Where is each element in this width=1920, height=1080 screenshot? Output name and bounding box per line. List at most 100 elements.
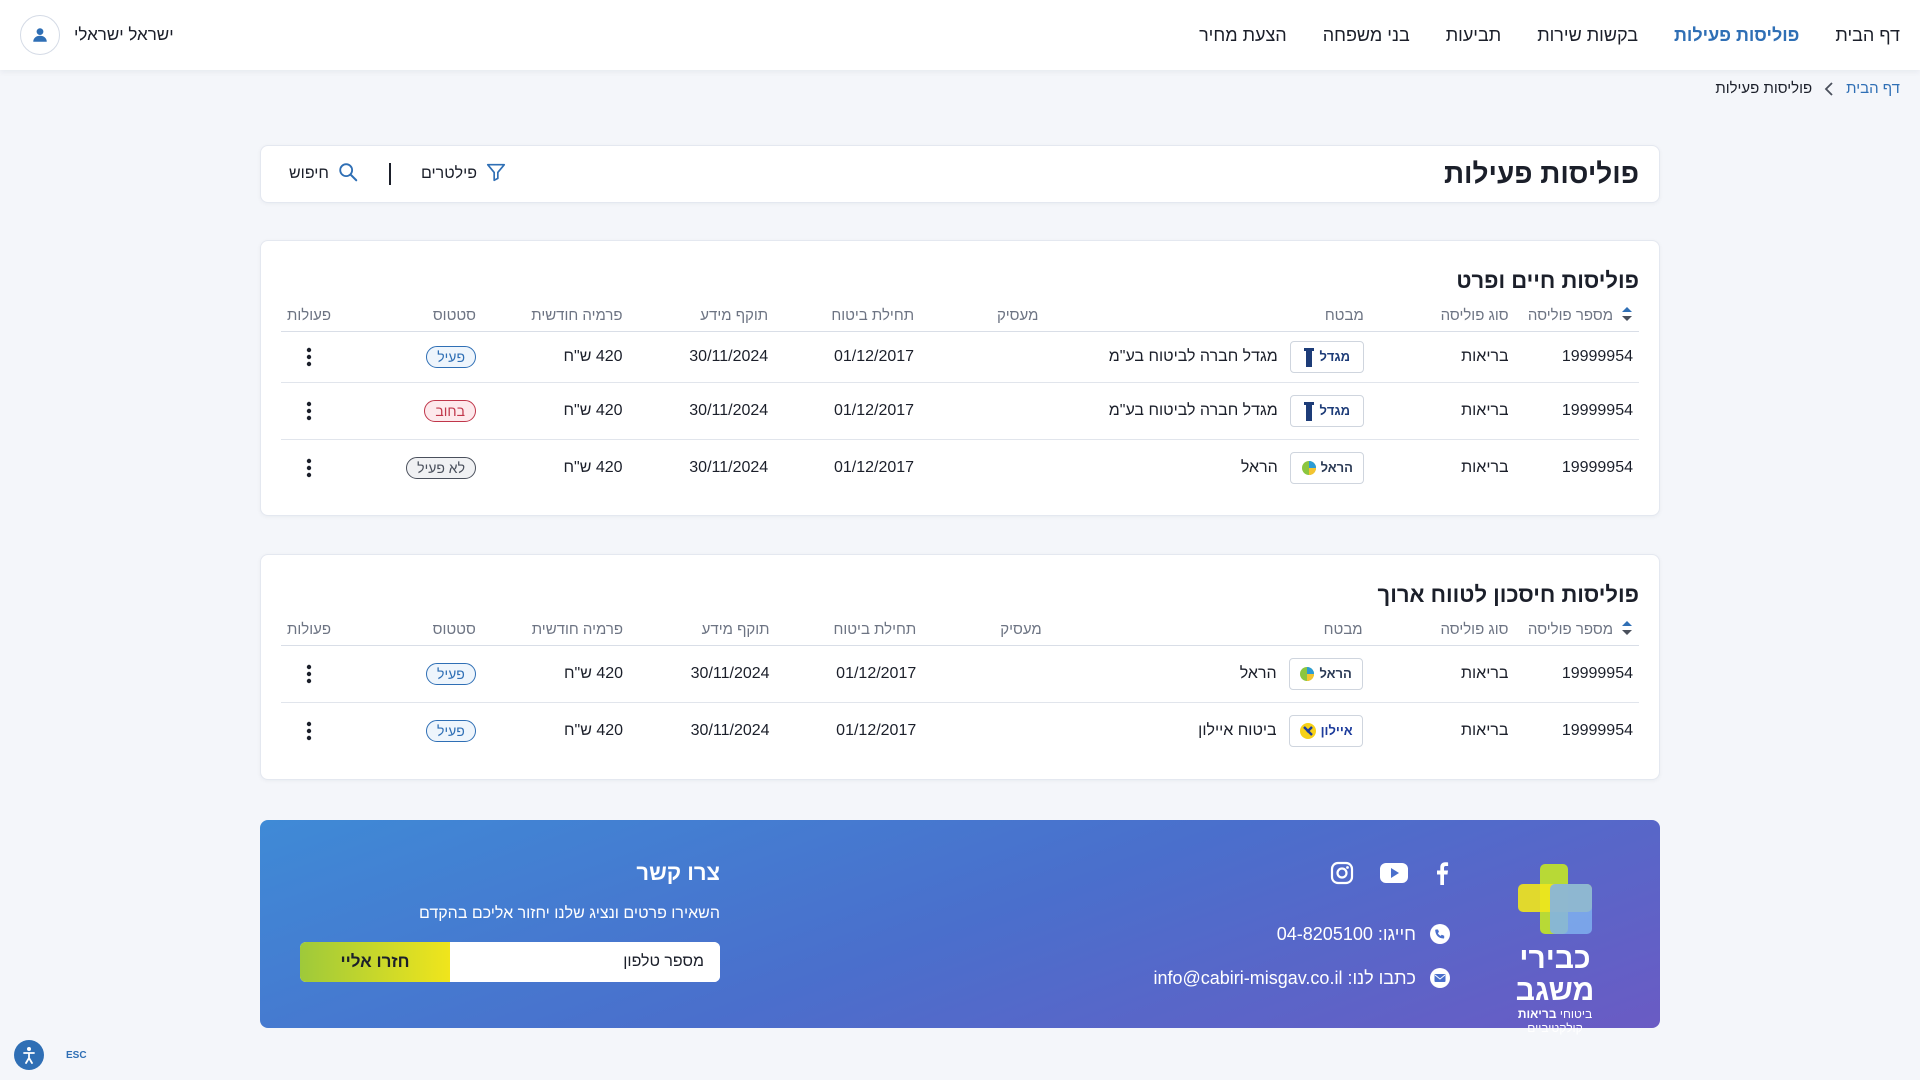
valid-date: 30/11/2024	[628, 382, 775, 440]
table-header-row: מספר פוליסה סוג פוליסה מבטח מעסיק תחילת …	[281, 615, 1639, 646]
column-header-employer: מעסיק	[920, 301, 1045, 332]
youtube-icon[interactable]	[1380, 862, 1408, 888]
section-title: פוליסות חיסכון לטווח ארוך	[1377, 582, 1639, 607]
nav-item-claims[interactable]: תביעות	[1446, 0, 1501, 70]
email-contact[interactable]: כתבו לנו: info@cabiri-misgav.co.il	[1110, 956, 1450, 1000]
nav-item-price-quote[interactable]: הצעת מחיר	[1199, 0, 1287, 70]
phone-number-input[interactable]	[450, 942, 720, 982]
actions-cell	[281, 331, 337, 383]
breadcrumb-home[interactable]: דף הבית	[1846, 80, 1900, 97]
insurer-name: מגדל חברה לביטוח בע"מ	[1108, 401, 1278, 419]
more-actions-icon[interactable]	[287, 347, 331, 367]
phone-icon	[1430, 924, 1450, 944]
table-row: 19999954 בריאות מגדל מגדל חברה לביטוח בע"…	[281, 331, 1639, 383]
policy-type: בריאות	[1461, 458, 1509, 476]
filters-label: פילטרים	[420, 165, 478, 182]
migdal-logo-icon: מגדל	[1289, 394, 1364, 427]
column-header-policy-no[interactable]: מספר פוליסה	[1514, 615, 1639, 646]
status-badge: פעיל	[426, 662, 476, 685]
insurer-cell: מגדל מגדל חברה לביטוח בע"מ	[1044, 382, 1370, 440]
policy-number: 19999954	[1514, 382, 1639, 440]
column-header-policy-no[interactable]: מספר פוליסה	[1514, 301, 1639, 332]
column-header-actions: פעולות	[281, 615, 337, 646]
policy-number: 19999954	[1514, 645, 1639, 703]
actions-cell	[281, 439, 337, 496]
actions-cell	[281, 382, 337, 440]
policy-type: בריאות	[1369, 382, 1515, 440]
column-header-valid: תוקף מידע	[628, 301, 775, 332]
facebook-icon[interactable]	[1434, 861, 1450, 890]
table-row: 19999954 בריאות הראל הראל 01/12/2017 30/1…	[281, 645, 1639, 703]
phone-text: חייגו: 04-8205100	[1276, 923, 1416, 944]
brand-tagline: ביטוחי בריאות קולקטיביים	[1517, 1007, 1593, 1035]
policy-type: בריאות	[1368, 645, 1515, 703]
nav-item-service-requests[interactable]: בקשות שירות	[1537, 0, 1638, 70]
table-row: 19999954 בריאות הראל הראל 01/12/2017 30/1…	[281, 439, 1639, 496]
brand-name: כבירי משגב	[1515, 942, 1595, 1007]
column-header-employer: מעסיק	[922, 615, 1048, 646]
mail-icon	[1430, 968, 1450, 988]
sort-icon[interactable]	[1621, 620, 1633, 640]
start-date: 01/12/2017	[774, 331, 921, 383]
status-cell: פעיל	[336, 331, 482, 383]
insurer-name: ביטוח איילון	[1198, 721, 1277, 739]
top-navigation-bar: דף הבית פוליסות פעילות בקשות שירות תביעו…	[0, 0, 1920, 70]
status-cell: פעיל	[336, 645, 482, 703]
policy-type: בריאות	[1460, 721, 1509, 739]
search-button[interactable]: חיפוש	[289, 161, 359, 188]
instagram-icon[interactable]	[1330, 861, 1354, 890]
column-header-start: תחילת ביטוח	[774, 301, 921, 332]
actions-cell	[281, 645, 337, 703]
actions-cell	[281, 702, 337, 759]
column-header-insurer: מבטח	[1047, 615, 1369, 646]
callback-form: צרו קשר השאירו פרטים ונציג שלנו יחזור אל…	[300, 860, 720, 982]
valid-date: 30/11/2024	[628, 331, 775, 383]
filter-icon	[485, 161, 507, 188]
page-title: פוליסות פעילות	[1443, 158, 1639, 189]
column-header-type: סוג פוליסה	[1368, 615, 1515, 646]
table-header-row: מספר פוליסה סוג פוליסה מבטח מעסיק תחילת …	[281, 301, 1639, 332]
main-nav: דף הבית פוליסות פעילות בקשות שירות תביעו…	[1199, 0, 1900, 70]
social-links	[1110, 860, 1450, 890]
insurer-name: הראל	[1240, 458, 1278, 476]
insurer-cell: מגדל מגדל חברה לביטוח בע"מ	[1044, 331, 1370, 383]
column-header-insurer: מבטח	[1044, 301, 1370, 332]
employer	[920, 439, 1044, 496]
tools-divider	[388, 163, 391, 185]
contact-banner: כבירי משגב ביטוחי בריאות קולקטיביים חייג…	[260, 820, 1660, 1035]
sort-icon[interactable]	[1621, 306, 1633, 326]
page-header-card: פוליסות פעילות פילטרים חיפוש	[260, 145, 1660, 203]
form-description: השאירו פרטים ונציג שלנו יחזור אליכם בהקד…	[419, 905, 720, 922]
column-header-premium: פרמיה חודשית	[481, 615, 630, 646]
more-actions-icon[interactable]	[287, 721, 331, 741]
call-me-back-button[interactable]: חזרו אליי	[300, 942, 450, 982]
monthly-premium: 420 ש"ח	[482, 382, 629, 440]
monthly-premium: 420 ש"ח	[563, 458, 623, 476]
brand-logo: כבירי משגב ביטוחי בריאות קולקטיביים	[1490, 862, 1620, 1035]
policy-type: בריאות	[1369, 331, 1515, 383]
filters-button[interactable]: פילטרים	[421, 161, 507, 188]
policy-number: 19999954	[1561, 721, 1633, 739]
search-icon	[337, 161, 359, 188]
more-actions-icon[interactable]	[287, 401, 331, 421]
policy-number: 19999954	[1561, 458, 1633, 476]
nav-item-family-members[interactable]: בני משפחה	[1323, 0, 1410, 70]
insurer-cell: הראל הראל	[1044, 439, 1369, 496]
user-name: ישראל ישראלי	[74, 25, 174, 44]
status-badge: לא פעיל	[406, 456, 476, 479]
user-avatar-icon[interactable]	[20, 15, 60, 55]
more-actions-icon[interactable]	[287, 458, 331, 478]
migdal-logo-icon: מגדל	[1289, 340, 1364, 373]
nav-item-home[interactable]: דף הבית	[1835, 0, 1900, 70]
valid-date: 30/11/2024	[629, 645, 776, 703]
insurer-cell: איילון ביטוח איילון	[1048, 702, 1369, 759]
employer	[922, 702, 1047, 759]
more-actions-icon[interactable]	[287, 664, 331, 684]
accessibility-icon[interactable]	[14, 1040, 44, 1070]
nav-item-active-policies[interactable]: פוליסות פעילות	[1674, 0, 1799, 70]
form-title: צרו קשר	[636, 860, 720, 885]
user-menu[interactable]: ישראל ישראלי	[20, 15, 174, 55]
esc-label: ESC	[66, 1049, 87, 1061]
insurer-name: מגדל חברה לביטוח בע"מ	[1108, 347, 1278, 365]
phone-contact[interactable]: חייגו: 04-8205100	[1110, 912, 1450, 956]
